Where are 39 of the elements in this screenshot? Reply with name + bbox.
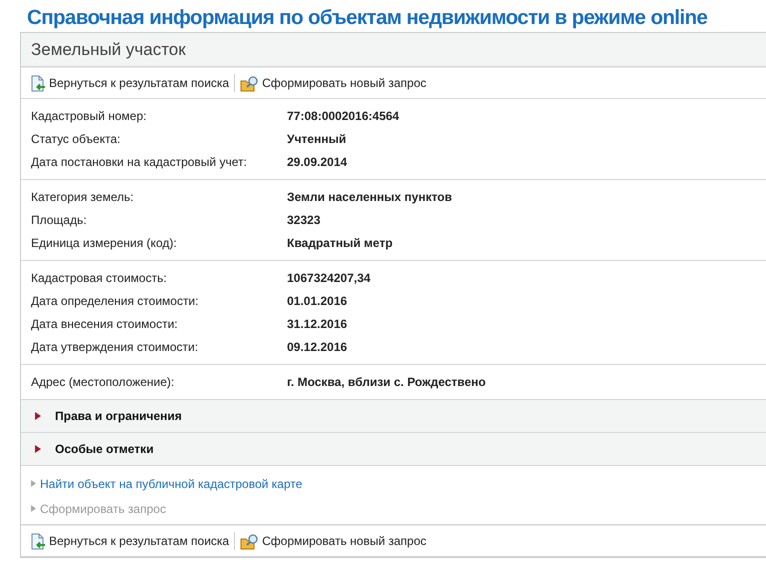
new-query-button[interactable]: Сформировать новый запрос	[238, 74, 428, 92]
panel-title: Земельный участок	[31, 40, 186, 60]
field-value: 01.01.2016	[287, 294, 348, 308]
field-label: Дата постановки на кадастровый учет:	[31, 154, 248, 168]
back-button[interactable]: Вернуться к результатам поиска	[27, 532, 232, 550]
field-value: Учтенный	[287, 132, 346, 146]
field-label: Кадастровая стоимость:	[31, 270, 168, 284]
document-arrow-icon	[29, 74, 46, 92]
field-value: 77:08:0002016:4564	[287, 108, 400, 122]
bullet-triangle-icon	[31, 480, 36, 487]
field-value: 29.09.2014	[287, 154, 348, 168]
new-query-button[interactable]: Сформировать новый запрос	[238, 532, 428, 550]
field-label: Единица измерения (код):	[31, 236, 178, 250]
field-value: 32323	[287, 212, 320, 226]
folder-magnifier-icon	[240, 74, 260, 92]
section-header[interactable]: Права и ограничения	[21, 400, 766, 433]
document-arrow-icon	[29, 532, 46, 550]
field-label: Статус объекта:	[31, 132, 122, 146]
field-value: 1067324207,34	[287, 270, 370, 284]
field-label: Кадастровый номер:	[31, 108, 148, 122]
field-label: Дата определения стоимости:	[31, 294, 200, 308]
field-value: Земли населенных пунктов	[287, 190, 452, 204]
link[interactable]: Найти объект на публичной кадастровой карте	[31, 471, 302, 496]
field-label: Адрес (местоположение):	[31, 374, 176, 388]
field-value: 31.12.2016	[287, 316, 348, 330]
back-button[interactable]: Вернуться к результатам поиска	[27, 74, 232, 92]
section-header[interactable]: Особые отметки	[21, 433, 766, 466]
bullet-triangle-icon	[31, 505, 36, 512]
field-value: 09.12.2016	[287, 340, 348, 354]
field-value: Квадратный метр	[287, 236, 393, 250]
field-value: г. Москва, вблизи с. Рождествено	[287, 374, 486, 388]
expand-triangle-icon	[35, 412, 41, 420]
field-label: Дата внесения стоимости:	[31, 316, 179, 330]
field-label: Дата утверждения стоимости:	[31, 340, 200, 354]
page-title: Справочная информация по объектам недвижимости в режиме online	[26, 5, 708, 31]
field-label: Площадь:	[31, 212, 88, 226]
folder-magnifier-icon	[240, 532, 260, 550]
field-label: Категория земель:	[31, 190, 135, 204]
expand-triangle-icon	[35, 445, 41, 453]
